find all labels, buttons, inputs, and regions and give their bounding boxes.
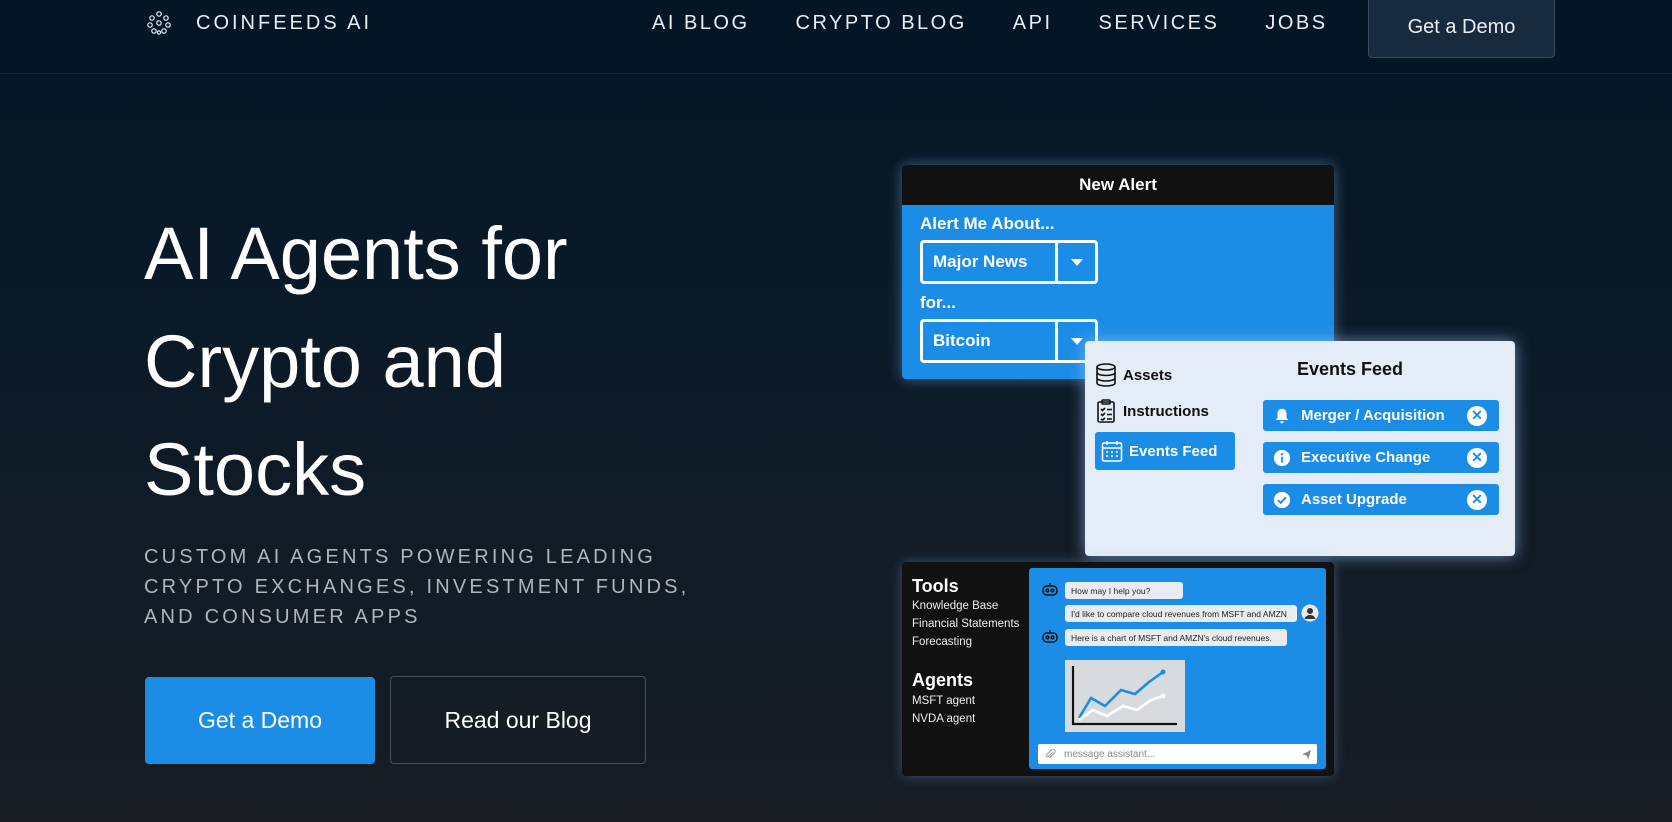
agent-item[interactable]: NVDA agent (912, 713, 975, 725)
database-icon (1096, 363, 1116, 387)
event-item-label: Merger / Acquisition (1301, 407, 1445, 424)
event-item-label: Executive Change (1301, 449, 1431, 466)
dropdown-arrow-icon (1055, 243, 1095, 281)
robot-icon (1042, 583, 1058, 596)
info-icon (1271, 447, 1293, 469)
sidebar-item-label: Assets (1123, 366, 1173, 384)
nav-link-api[interactable]: API (1013, 12, 1053, 35)
nav-link-ai-blog[interactable]: AI BLOG (652, 12, 750, 35)
nav-link-crypto-blog[interactable]: CRYPTO BLOG (796, 12, 967, 35)
clipboard-checklist-icon (1097, 399, 1115, 423)
assistant-chat-card: Tools Knowledge Base Financial Statement… (902, 562, 1334, 776)
nav-links: AI BLOG CRYPTO BLOG API SERVICES JOBS (652, 12, 1374, 35)
event-item-merger[interactable]: Merger / Acquisition ✕ (1263, 400, 1499, 431)
message-input[interactable]: message assistant... (1038, 744, 1317, 764)
tool-item[interactable]: Knowledge Base (912, 600, 998, 612)
hero-title-line: Stocks (144, 428, 367, 511)
nav-link-jobs[interactable]: JOBS (1265, 12, 1327, 35)
user-message: I'd like to compare cloud revenues from … (1065, 605, 1297, 622)
sidebar-item-label: Events Feed (1129, 442, 1218, 460)
hero-title: AI Agents for Crypto and Stocks (144, 200, 704, 524)
sidebar-item-label: Instructions (1123, 402, 1209, 420)
alert-card-header: New Alert (902, 165, 1334, 205)
close-icon[interactable]: ✕ (1467, 489, 1487, 510)
bell-icon (1271, 405, 1293, 427)
top-nav: COINFEEDS AI AI BLOG CRYPTO BLOG API SER… (0, 0, 1672, 74)
tools-heading: Tools (912, 576, 959, 596)
events-feed-title: Events Feed (1297, 359, 1404, 379)
tool-item[interactable]: Financial Statements (912, 618, 1019, 630)
agents-heading: Agents (912, 670, 974, 690)
event-item-executive-change[interactable]: Executive Change ✕ (1263, 442, 1499, 473)
read-blog-button[interactable]: Read our Blog (390, 676, 646, 764)
nav-link-services[interactable]: SERVICES (1099, 12, 1220, 35)
assistant-message: How may I help you? (1065, 582, 1183, 599)
check-circle-icon (1271, 489, 1293, 511)
hero-subtitle-line: CUSTOM AI AGENTS POWERING LEADING (144, 546, 656, 568)
alert-asset-select[interactable]: Bitcoin (920, 319, 1098, 363)
paperclip-icon[interactable] (1045, 749, 1056, 760)
hero-title-line: AI Agents for (144, 212, 568, 295)
alert-for-label: for... (920, 293, 956, 312)
tool-item[interactable]: Forecasting (912, 636, 972, 648)
calendar-icon (1101, 441, 1123, 462)
close-icon[interactable]: ✕ (1467, 405, 1487, 426)
revenue-line-chart-thumbnail (1065, 660, 1185, 732)
brand-name: COINFEEDS AI (196, 11, 373, 34)
user-avatar-icon (1301, 604, 1319, 622)
alert-asset-value: Bitcoin (933, 331, 991, 350)
send-icon[interactable] (1301, 749, 1312, 760)
coinfeeds-logo-icon (147, 11, 171, 35)
chat-area: How may I help you? I'd like to compare … (1029, 568, 1326, 769)
alert-topic-value: Major News (933, 252, 1028, 271)
event-item-asset-upgrade[interactable]: Asset Upgrade ✕ (1263, 484, 1499, 515)
nav-get-demo-button[interactable]: Get a Demo (1368, 0, 1555, 58)
hero-subtitle-line: AND CONSUMER APPS (144, 606, 421, 628)
events-feed-card: Assets Instructions Events Feed Events F… (1085, 341, 1515, 556)
event-item-label: Asset Upgrade (1301, 491, 1407, 508)
hero-title-line: Crypto and (144, 320, 506, 403)
agent-item[interactable]: MSFT agent (912, 695, 975, 707)
sidebar-item-events-feed[interactable]: Events Feed (1095, 432, 1235, 470)
assistant-message: Here is a chart of MSFT and AMZN's cloud… (1065, 629, 1287, 646)
sidebar-item-assets[interactable]: Assets (1095, 356, 1172, 394)
hero-subtitle-line: CRYPTO EXCHANGES, INVESTMENT FUNDS, (144, 576, 690, 598)
close-icon[interactable]: ✕ (1467, 447, 1487, 468)
alert-topic-select[interactable]: Major News (920, 240, 1098, 284)
alert-about-label: Alert Me About... (920, 214, 1055, 233)
sidebar-item-instructions[interactable]: Instructions (1095, 392, 1209, 430)
hero-subtitle: CUSTOM AI AGENTS POWERING LEADING CRYPTO… (144, 542, 704, 632)
hero-get-demo-button[interactable]: Get a Demo (145, 677, 375, 764)
brand-logo[interactable]: COINFEEDS AI (146, 10, 372, 36)
robot-icon (1042, 630, 1058, 643)
